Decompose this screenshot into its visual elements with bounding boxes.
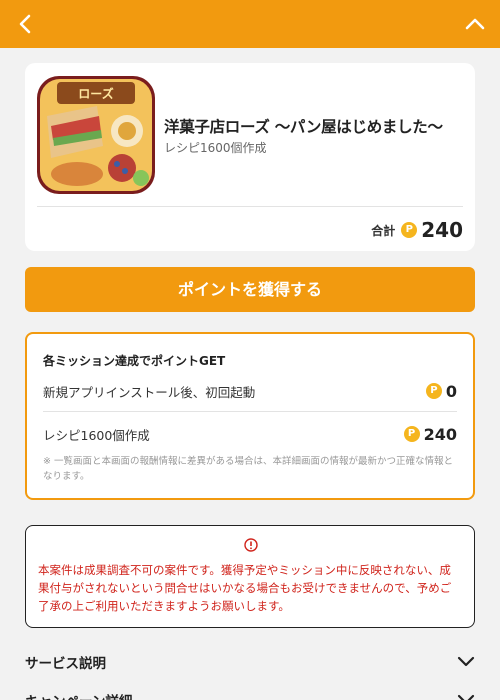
accordion-service-description[interactable]: サービス説明 — [25, 650, 475, 674]
point-coin-icon: P — [403, 426, 420, 442]
accordion-campaign-details[interactable]: キャンペーン詳細 — [25, 688, 475, 700]
total-points: 合計 P 240 — [371, 217, 463, 243]
app-title: 洋菓子店ローズ 〜パン屋はじめました〜 — [164, 118, 443, 136]
divider — [37, 206, 463, 207]
mission-row: 新規アプリインストール後、初回起動 P 0 — [43, 379, 457, 403]
mission-note: ※ 一覧画面と本画面の報酬情報に差異がある場合は、本詳細画面の情報が最新かつ正確… — [43, 456, 453, 482]
app-subtitle: レシピ1600個作成 — [164, 141, 267, 155]
chevron-up-icon[interactable] — [462, 12, 488, 36]
warning-box: 本案件は成果調査不可の案件です。獲得予定やミッション中に反映されない、成果付与が… — [25, 525, 475, 628]
warning-text: 本案件は成果調査不可の案件です。獲得予定やミッション中に反映されない、成果付与が… — [38, 563, 452, 613]
chevron-down-icon — [457, 656, 475, 667]
app-icon-logo-text: ローズ — [78, 86, 113, 101]
mission-row: レシピ1600個作成 P 240 — [43, 422, 457, 446]
app-card: ローズ 洋菓子店ローズ 〜パン屋はじめました〜 レシピ1600個作成 合計 P … — [25, 63, 475, 251]
mission-label: 新規アプリインストール後、初回起動 — [43, 384, 256, 400]
chevron-down-icon — [457, 694, 475, 700]
info-icon — [244, 538, 258, 552]
mission-heading: 各ミッション達成でポイントGET — [43, 354, 226, 368]
mission-label: レシピ1600個作成 — [43, 427, 150, 443]
mission-box: 各ミッション達成でポイントGET 新規アプリインストール後、初回起動 P 0 レ… — [25, 332, 475, 500]
mission-points: 240 — [423, 424, 457, 444]
total-label: 合計 — [371, 223, 396, 238]
point-coin-icon: P — [425, 383, 442, 399]
total-value: 240 — [421, 218, 463, 242]
accordion-title: キャンペーン詳細 — [25, 690, 132, 700]
divider — [43, 411, 457, 412]
mission-points: 0 — [445, 381, 457, 401]
top-bar — [0, 0, 500, 48]
get-points-button[interactable]: ポイントを獲得する — [25, 267, 475, 312]
chevron-left-icon[interactable] — [14, 12, 36, 36]
app-icon: ローズ — [37, 76, 155, 194]
accordion-title: サービス説明 — [25, 656, 106, 672]
point-coin-icon: P — [401, 222, 418, 238]
